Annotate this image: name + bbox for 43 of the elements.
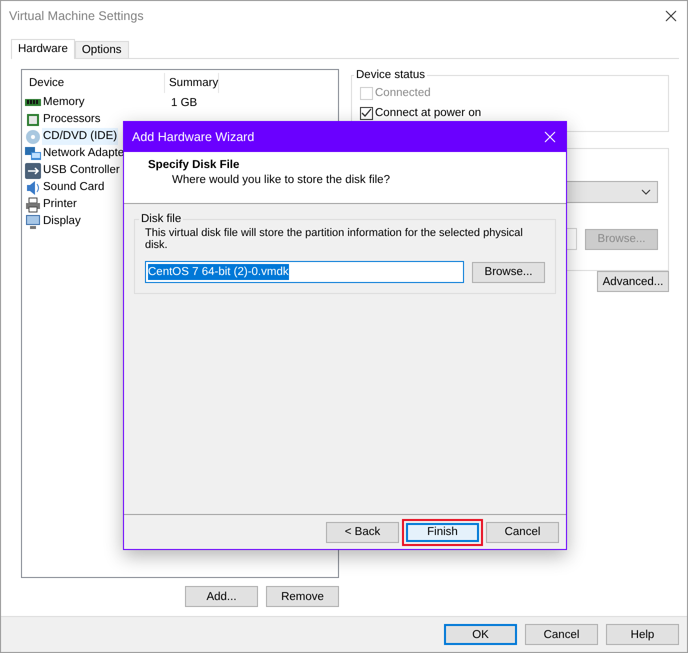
group-title: Device status: [355, 69, 426, 81]
chip-icon: [25, 112, 41, 128]
remove-button[interactable]: Remove: [266, 586, 339, 607]
file-path-field[interactable]: CentOS 7 64-bit (2)-0.vmdk: [145, 261, 464, 283]
advanced-button[interactable]: Advanced...: [597, 271, 669, 292]
network-icon: [25, 146, 41, 162]
browse-button[interactable]: Browse...: [472, 262, 545, 282]
window-title: Virtual Machine Settings: [9, 9, 144, 23]
group-title: Disk file: [140, 213, 182, 225]
usb-icon: [25, 162, 41, 178]
step-heading: Specify Disk File: [148, 159, 240, 171]
dialog-button[interactable]: Help: [606, 624, 679, 645]
disc-icon: [25, 128, 41, 144]
chevron-icon: [641, 189, 651, 195]
device-item[interactable]: Memory: [42, 94, 86, 111]
device-item[interactable]: Printer: [42, 196, 78, 213]
printer-icon: [25, 196, 41, 212]
checkbox[interactable]: [360, 106, 373, 120]
checkbox-label: Connect at power on: [375, 107, 482, 119]
add-button[interactable]: Add...: [185, 586, 258, 607]
step-subheading: Where would you like to store the disk file?: [171, 174, 391, 186]
device-item[interactable]: Network Adapte: [42, 145, 126, 162]
checkbox-label: Connected: [375, 87, 431, 99]
summary-cell-text: 1 GB: [170, 96, 198, 108]
wizard-button[interactable]: Cancel: [486, 522, 559, 542]
close-icon[interactable]: [665, 10, 677, 22]
tab[interactable]: Hardware: [11, 39, 75, 59]
device-item[interactable]: USB Controller: [42, 162, 121, 179]
dialog-button[interactable]: Cancel: [525, 624, 598, 645]
column-header[interactable]: Summary: [165, 73, 220, 93]
tab[interactable]: Options: [74, 41, 128, 58]
device-item[interactable]: CD/DVD (IDE): [42, 128, 118, 145]
device-item[interactable]: Processors: [42, 111, 102, 128]
dialog-button[interactable]: OK: [444, 624, 517, 645]
description-text: This virtual disk file will store the partition information for the selected physical disk.: [145, 227, 524, 251]
wizard-button[interactable]: Finish: [402, 518, 483, 546]
dialog-title: Add Hardware Wizard: [132, 130, 254, 144]
device-item[interactable]: Sound Card: [42, 179, 106, 196]
monitor-icon: [25, 214, 41, 230]
column-header[interactable]: Device: [25, 73, 165, 93]
device-item[interactable]: Display: [42, 213, 82, 230]
speaker-icon: [25, 180, 41, 196]
wizard-button[interactable]: < Back: [326, 522, 399, 542]
